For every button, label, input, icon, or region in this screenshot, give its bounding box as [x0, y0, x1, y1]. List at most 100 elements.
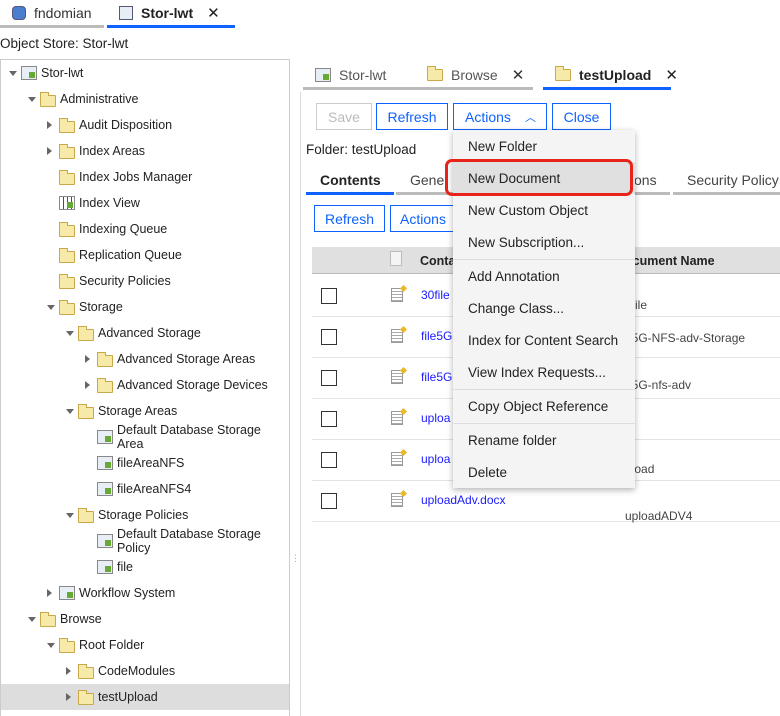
splitter-handle[interactable]: ⋮	[291, 554, 300, 575]
caret-right-icon[interactable]	[47, 147, 52, 155]
contents-actions-button[interactable]: Actions	[390, 205, 456, 232]
main-tab-stor-lwt[interactable]: Stor-lwt	[303, 62, 421, 90]
close-icon[interactable]: ✕	[665, 66, 678, 84]
folder-icon	[78, 404, 94, 419]
tree-item[interactable]: Advanced Storage Areas	[1, 346, 289, 372]
caret-down-icon[interactable]	[28, 617, 36, 622]
row-checkbox[interactable]	[321, 329, 337, 345]
menu-item-copy-object-reference[interactable]: Copy Object Reference	[453, 390, 635, 422]
tree-item[interactable]: Replication Queue	[1, 242, 289, 268]
row-checkbox[interactable]	[321, 288, 337, 304]
caret-down-icon[interactable]	[47, 643, 55, 648]
tree-item[interactable]: testUpload	[1, 684, 289, 710]
save-button[interactable]: Save	[316, 103, 372, 130]
caret-right-icon[interactable]	[47, 121, 52, 129]
caret-down-icon[interactable]	[28, 97, 36, 102]
document-icon	[391, 329, 403, 343]
object-store-icon	[21, 66, 37, 80]
content-link[interactable]: file5G	[421, 370, 452, 384]
tree-item-label: Root Folder	[79, 638, 145, 652]
caret-right-icon[interactable]	[47, 589, 52, 597]
menu-item-new-folder[interactable]: New Folder	[453, 130, 635, 162]
tree-item[interactable]: fileAreaNFS	[1, 450, 289, 476]
folder-icon	[555, 65, 571, 81]
menu-item-add-annotation[interactable]: Add Annotation	[453, 260, 635, 292]
domain-icon	[12, 5, 26, 20]
content-link[interactable]: uploa	[421, 452, 450, 466]
content-link[interactable]: uploa	[421, 411, 450, 425]
tree-item[interactable]: Index Areas	[1, 138, 289, 164]
close-button[interactable]: Close	[552, 103, 611, 130]
menu-item-view-index-requests[interactable]: View Index Requests...	[453, 356, 635, 388]
tree-item[interactable]: Index Jobs Manager	[1, 164, 289, 190]
content-link[interactable]: uploadAdv.docx	[421, 493, 506, 507]
tree-item[interactable]: Audit Disposition	[1, 112, 289, 138]
tree-item[interactable]: Stor-lwt	[1, 60, 289, 86]
tab-label: Stor-lwt	[339, 66, 387, 83]
content-link[interactable]: file5G	[421, 329, 452, 343]
storage-policy-icon	[97, 534, 113, 548]
menu-item-delete[interactable]: Delete	[453, 456, 635, 488]
caret-right-icon[interactable]	[85, 381, 90, 389]
menu-item-new-subscription[interactable]: New Subscription...	[453, 226, 635, 258]
folder-icon	[97, 352, 113, 367]
row-checkbox[interactable]	[321, 493, 337, 509]
tree-item[interactable]: Index View	[1, 190, 289, 216]
menu-item-new-custom-object[interactable]: New Custom Object	[453, 194, 635, 226]
folder-icon	[40, 612, 56, 627]
main-tab-testupload[interactable]: testUpload ✕	[543, 62, 678, 90]
tab-security-policy[interactable]: Security Policy	[673, 167, 780, 195]
tree-item-label: Storage	[79, 300, 123, 314]
object-store-icon	[315, 67, 331, 82]
tree-item[interactable]: file	[1, 554, 289, 580]
tree-item[interactable]: Advanced Storage Devices	[1, 372, 289, 398]
caret-down-icon[interactable]	[9, 71, 17, 76]
tree-item[interactable]: Default Database Storage Area	[1, 423, 289, 451]
tree-item[interactable]: Advanced Storage	[1, 320, 289, 346]
tree-item[interactable]: fileAreaNFS4	[1, 476, 289, 502]
row-checkbox[interactable]	[321, 370, 337, 386]
tree-item[interactable]: Storage	[1, 294, 289, 320]
header-document-name[interactable]: ocument Name	[625, 254, 715, 268]
tab-label: Stor-lwt	[141, 4, 194, 21]
menu-item-change-class[interactable]: Change Class...	[453, 292, 635, 324]
menu-item-index-for-content-search[interactable]: Index for Content Search	[453, 324, 635, 356]
tree-item[interactable]: Workflow System	[1, 580, 289, 606]
tree-item[interactable]: Storage Policies	[1, 502, 289, 528]
top-tab-stor-lwt[interactable]: Stor-lwt ✕	[107, 0, 235, 28]
main-tab-browse[interactable]: Browse ✕	[415, 62, 533, 90]
top-tab-fndomian[interactable]: fndomian	[0, 0, 104, 28]
menu-item-rename-folder[interactable]: Rename folder	[453, 424, 635, 456]
tree-item-label: Advanced Storage	[98, 326, 201, 340]
actions-button[interactable]: Actions ︿	[453, 103, 547, 130]
tree-item[interactable]: Default Database Storage Policy	[1, 527, 289, 555]
tree-item[interactable]: Browse	[1, 606, 289, 632]
caret-right-icon[interactable]	[85, 355, 90, 363]
row-checkbox[interactable]	[321, 411, 337, 427]
caret-down-icon[interactable]	[47, 305, 55, 310]
tree-item[interactable]: CodeModules	[1, 658, 289, 684]
caret-down-icon[interactable]	[66, 513, 74, 518]
content-link[interactable]: 30file	[421, 288, 450, 302]
tree-item[interactable]: Security Policies	[1, 268, 289, 294]
contents-refresh-button[interactable]: Refresh	[314, 205, 385, 232]
caret-down-icon[interactable]	[66, 409, 74, 414]
document-icon	[390, 251, 402, 266]
close-icon[interactable]: ✕	[207, 4, 220, 22]
tree-item[interactable]: Indexing Queue	[1, 216, 289, 242]
caret-right-icon[interactable]	[66, 667, 71, 675]
refresh-button[interactable]: Refresh	[376, 103, 448, 130]
close-icon[interactable]: ✕	[512, 66, 525, 84]
header-content[interactable]: Conta	[420, 254, 455, 268]
workflow-icon	[59, 586, 75, 600]
row-checkbox[interactable]	[321, 452, 337, 468]
caret-right-icon[interactable]	[66, 693, 71, 701]
tree-item[interactable]: Storage Areas	[1, 398, 289, 424]
tab-contents[interactable]: Contents	[306, 167, 394, 195]
tree-item[interactable]: Root Folder	[1, 632, 289, 658]
tree-item-label: file	[117, 560, 133, 574]
tree-item[interactable]: Administrative	[1, 86, 289, 112]
folder-icon	[59, 300, 75, 315]
tree-item-label: Default Database Storage Policy	[117, 527, 261, 555]
caret-down-icon[interactable]	[66, 331, 74, 336]
